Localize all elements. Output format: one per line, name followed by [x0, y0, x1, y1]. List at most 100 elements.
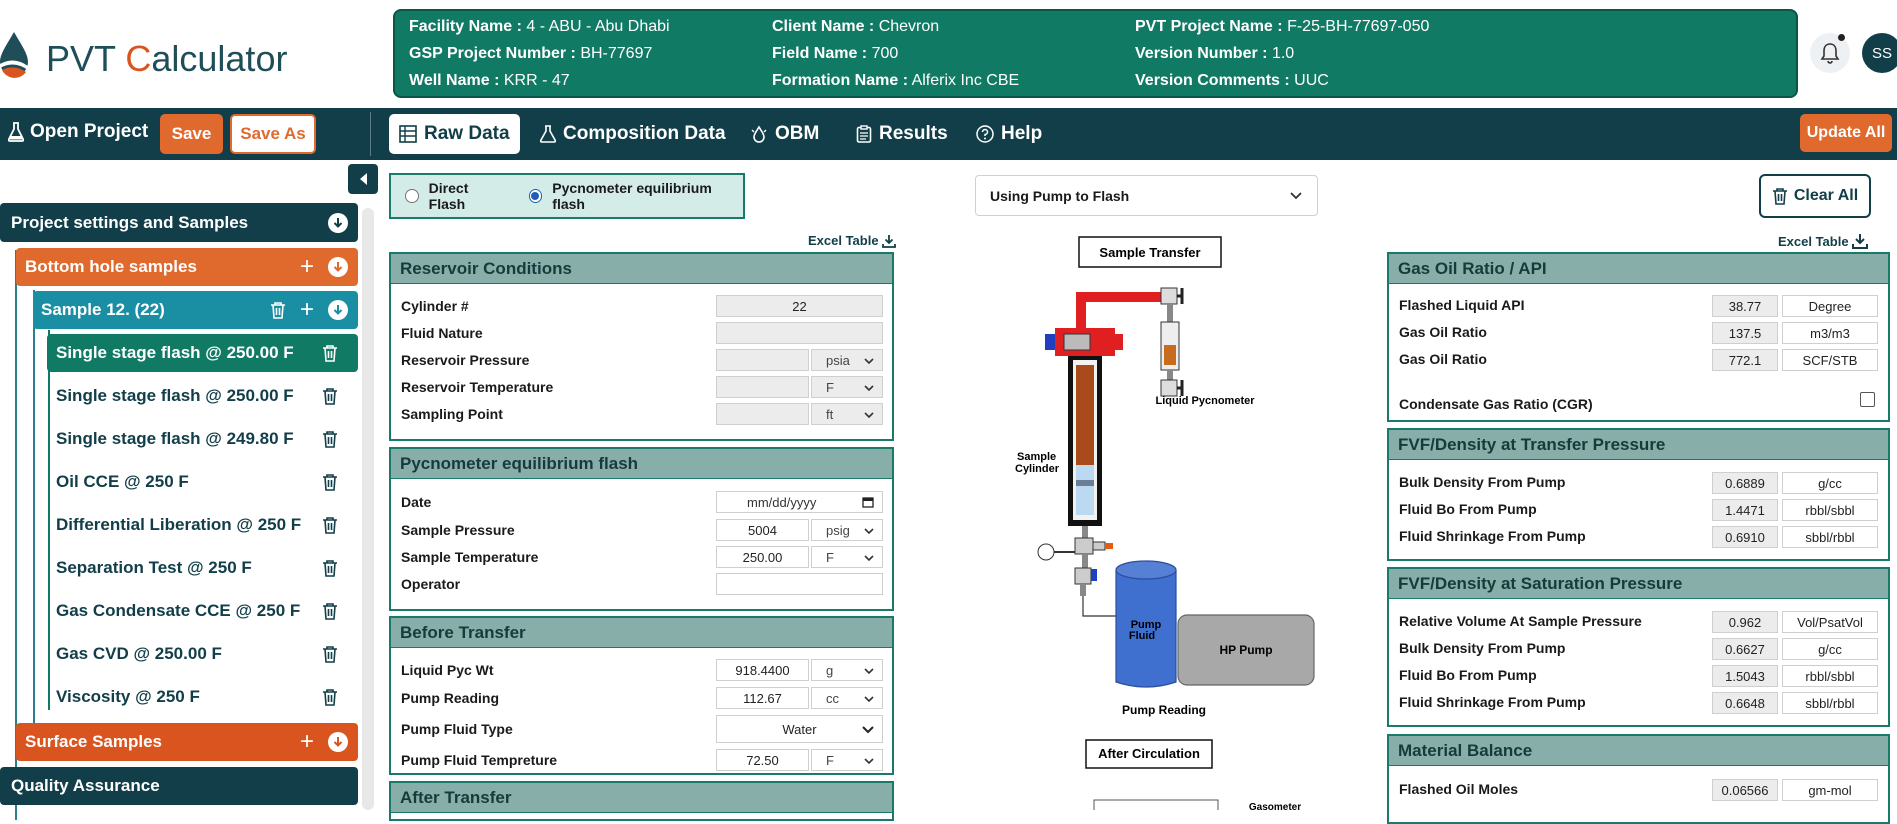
sidebar-quality-label: Quality Assurance [11, 776, 160, 795]
expand-icon[interactable] [328, 212, 348, 233]
field-label: Date [401, 494, 432, 510]
temperature-unit-select[interactable]: F [811, 376, 883, 398]
add-icon[interactable]: + [300, 298, 314, 322]
chevron-down-icon [864, 528, 874, 535]
sampling-unit-select[interactable]: ft [811, 403, 883, 425]
delete-test-icon[interactable] [320, 385, 340, 407]
fluid-nature-field[interactable] [716, 322, 883, 344]
pressure-unit-select[interactable]: psia [811, 349, 883, 371]
pyc-wt-unit-select[interactable]: g [811, 659, 883, 681]
panel-title: FVF/Density at Transfer Pressure [1389, 430, 1888, 460]
tab-help[interactable]: Help [966, 114, 1052, 154]
clear-all-button[interactable]: Clear All [1759, 174, 1871, 218]
sidebar-test-item[interactable]: Single stage flash @ 250.00 F [47, 378, 358, 414]
cylinder-number-field[interactable]: 22 [716, 295, 883, 317]
sidebar-scrollbar[interactable] [362, 208, 374, 810]
sample-pressure-unit-select[interactable]: psig [811, 519, 883, 541]
tab-raw-data[interactable]: Raw Data [389, 114, 520, 154]
flash-mode-selector: Direct Flash Pycnometer equilibrium flas… [389, 173, 745, 219]
liquid-pyc-wt-input[interactable]: 918.4400 [716, 659, 809, 681]
sidebar-test-item[interactable]: Gas Condensate CCE @ 250 F [47, 593, 358, 629]
direct-flash-radio[interactable] [405, 189, 419, 203]
field-label: Reservoir Pressure [401, 352, 530, 368]
open-project-button[interactable]: Open Project [8, 121, 148, 143]
collapse-sidebar-button[interactable] [348, 164, 378, 194]
pump-reading-input[interactable]: 112.67 [716, 687, 809, 709]
direct-flash-label: Direct Flash [428, 180, 469, 212]
sample-temp-unit-select[interactable]: F [811, 546, 883, 568]
delete-test-icon[interactable] [320, 643, 340, 665]
add-icon[interactable]: + [300, 730, 314, 754]
delete-test-icon[interactable] [320, 428, 340, 450]
tab-composition-data[interactable]: Composition Data [530, 114, 736, 154]
sample-temperature-input[interactable]: 250.00 [716, 546, 809, 568]
sampling-point-field[interactable] [716, 403, 809, 425]
pump-reading-unit-select[interactable]: cc [811, 687, 883, 709]
save-button[interactable]: Save [160, 114, 223, 154]
tab-results[interactable]: Results [846, 114, 958, 154]
material-balance-panel: Material Balance Flashed Oil Moles 0.065… [1387, 734, 1890, 824]
date-field[interactable]: mm/dd/yyyy [716, 491, 883, 513]
excel-table-link-left[interactable]: Excel Table [808, 233, 896, 248]
expand-icon[interactable] [328, 300, 348, 320]
delete-sample-icon[interactable] [268, 299, 288, 321]
avatar[interactable]: SS [1862, 33, 1897, 73]
facility-name: Facility Name : 4 - ABU - Abu Dhabi [409, 18, 670, 35]
pycnometer-flash-radio[interactable] [528, 189, 543, 203]
gsp-project-number: GSP Project Number : BH-77697 [409, 45, 653, 62]
field-label: Sample Temperature [401, 549, 539, 565]
oil-drop-icon [751, 125, 767, 143]
sample-cylinder-label-2: Cylinder [1015, 463, 1060, 475]
cgr-checkbox[interactable] [1860, 392, 1875, 407]
fluid-temp-unit-select[interactable]: F [811, 749, 883, 771]
sidebar-test-label: Single stage flash @ 249.80 F [56, 429, 294, 448]
before-transfer-panel: Before Transfer Liquid Pyc Wt 918.4400 g… [389, 616, 894, 775]
add-icon[interactable]: + [300, 255, 314, 279]
delete-test-icon[interactable] [320, 342, 340, 364]
excel-table-link-right[interactable]: Excel Table [1778, 233, 1868, 249]
delete-test-icon[interactable] [320, 686, 340, 708]
pump-fluid-label-2: Fluid [1129, 630, 1155, 642]
field-label: Fluid Nature [401, 325, 483, 341]
delete-test-icon[interactable] [320, 600, 340, 622]
sample-pressure-input[interactable]: 5004 [716, 519, 809, 541]
delete-test-icon[interactable] [320, 557, 340, 579]
sidebar-sample-label: Sample 12. (22) [41, 300, 165, 319]
sidebar-quality-assurance[interactable]: Quality Assurance [0, 767, 358, 805]
sidebar-sample-12[interactable]: Sample 12. (22) + [33, 291, 358, 329]
sidebar-test-item[interactable]: Gas CVD @ 250.00 F [47, 636, 358, 672]
tab-obm[interactable]: OBM [740, 114, 829, 154]
sidebar-test-item[interactable]: Oil CCE @ 250 F [47, 464, 358, 500]
sidebar-test-item[interactable]: Single stage flash @ 249.80 F [47, 421, 358, 457]
sidebar-test-item[interactable]: Differential Liberation @ 250 F [47, 507, 358, 543]
field-label: Sample Pressure [401, 522, 515, 538]
expand-icon[interactable] [328, 257, 348, 277]
reservoir-temperature-field[interactable] [716, 376, 809, 398]
pump-fluid-type-select[interactable]: Water [716, 715, 883, 743]
sidebar-project-settings[interactable]: Project settings and Samples [0, 203, 358, 242]
question-icon [976, 125, 994, 143]
pump-mode-select[interactable]: Using Pump to Flash [975, 175, 1318, 216]
pump-fluid-temp-input[interactable]: 72.50 [716, 749, 809, 771]
pycnometer-flash-label: Pycnometer equilibrium flash [552, 180, 712, 212]
sidebar-test-item-active[interactable]: Single stage flash @ 250.00 F [47, 334, 358, 372]
fluid-bo-value: 1.4471 [1712, 499, 1778, 521]
sidebar-surface-samples[interactable]: Surface Samples + [16, 723, 358, 761]
delete-test-icon[interactable] [320, 514, 340, 536]
operator-input[interactable] [716, 573, 883, 595]
pump-reading-label: Pump Reading [1122, 703, 1206, 717]
sidebar-test-item[interactable]: Separation Test @ 250 F [47, 550, 358, 586]
sidebar-test-item[interactable]: Viscosity @ 250 F [47, 679, 358, 715]
delete-test-icon[interactable] [320, 471, 340, 493]
update-all-button[interactable]: Update All [1800, 114, 1892, 152]
sidebar-bottom-hole-samples[interactable]: Bottom hole samples + [16, 248, 358, 286]
reservoir-pressure-field[interactable] [716, 349, 809, 371]
save-as-button[interactable]: Save As [230, 114, 316, 154]
pycnometer-flash-panel: Pycnometer equilibrium flash Date mm/dd/… [389, 447, 894, 611]
expand-icon[interactable] [328, 732, 348, 752]
field-label: Flashed Liquid API [1399, 297, 1525, 313]
fluid-shrinkage-unit: sbbl/rbbl [1782, 692, 1878, 714]
field-label: Operator [401, 576, 461, 592]
bulk-density-value: 0.6627 [1712, 638, 1778, 660]
gor-m3-unit: m3/m3 [1782, 322, 1878, 344]
